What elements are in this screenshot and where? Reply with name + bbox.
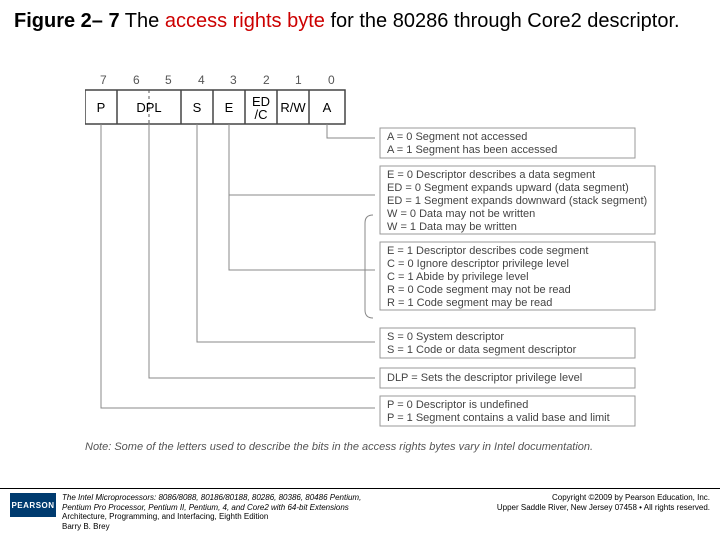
figure-caption: Figure 2– 7 The access rights byte for t… <box>0 0 720 34</box>
s-line0: S = 0 System descriptor <box>387 331 504 343</box>
caption-highlight: access rights byte <box>165 10 325 32</box>
bit-3: 3 <box>230 73 237 87</box>
dlp-line0: DLP = Sets the descriptor privilege leve… <box>387 372 582 384</box>
c-line4: R = 1 Code segment may be read <box>387 297 552 309</box>
c-line3: R = 0 Code segment may not be read <box>387 284 571 296</box>
s-line1: S = 1 Code or data segment descriptor <box>387 344 577 356</box>
cell-edc2: /C <box>255 107 268 122</box>
cell-p: P <box>97 100 106 115</box>
caption-part2: for the 80286 through Core2 descriptor. <box>325 10 680 32</box>
a-line0: A = 0 Segment not accessed <box>387 131 527 143</box>
brace-e-group <box>365 215 373 318</box>
route-p <box>101 124 375 408</box>
bit-1: 1 <box>295 73 302 87</box>
book-citation: The Intel Microprocessors: 8086/8088, 80… <box>62 493 361 531</box>
bit-5: 5 <box>165 73 172 87</box>
c-line0: E = 1 Descriptor describes code segment <box>387 245 588 257</box>
c-line1: C = 0 Ignore descriptor privilege level <box>387 258 569 270</box>
cell-e: E <box>225 100 234 115</box>
pearson-logo: PEARSON <box>10 493 56 517</box>
byte-frame <box>85 90 345 124</box>
bit-6: 6 <box>133 73 140 87</box>
bit-7: 7 <box>100 73 107 87</box>
d-line2: ED = 1 Segment expands downward (stack s… <box>387 195 647 207</box>
cell-s: S <box>193 100 202 115</box>
d-line1: ED = 0 Segment expands upward (data segm… <box>387 182 629 194</box>
a-line1: A = 1 Segment has been accessed <box>387 144 557 156</box>
cell-a: A <box>323 100 332 115</box>
bit-2: 2 <box>263 73 270 87</box>
route-dpl <box>149 124 375 378</box>
route-e-data <box>229 124 375 195</box>
bit-0: 0 <box>328 73 335 87</box>
c-line2: C = 1 Abide by privilege level <box>387 271 529 283</box>
caption-part1: The <box>120 10 165 32</box>
d-line4: W = 1 Data may be written <box>387 221 517 233</box>
cell-dpl: DPL <box>136 100 161 115</box>
route-s <box>197 124 375 342</box>
page-footer: PEARSON The Intel Microprocessors: 8086/… <box>0 488 720 540</box>
access-rights-diagram: 7 6 5 4 3 2 1 0 P DPL S E ED /C R/W A A … <box>85 70 665 470</box>
route-e-code <box>229 124 375 270</box>
cell-rw: R/W <box>280 100 306 115</box>
bit-4: 4 <box>198 73 205 87</box>
p-line0: P = 0 Descriptor is undefined <box>387 399 528 411</box>
p-line1: P = 1 Segment contains a valid base and … <box>387 412 610 424</box>
figure-number: Figure 2– 7 <box>14 10 120 32</box>
copyright: Copyright ©2009 by Pearson Education, In… <box>497 493 710 512</box>
d-line3: W = 0 Data may not be written <box>387 208 535 220</box>
d-line0: E = 0 Descriptor describes a data segmen… <box>387 169 595 181</box>
route-a <box>327 124 375 138</box>
figure-note: Note: Some of the letters used to descri… <box>85 441 593 453</box>
